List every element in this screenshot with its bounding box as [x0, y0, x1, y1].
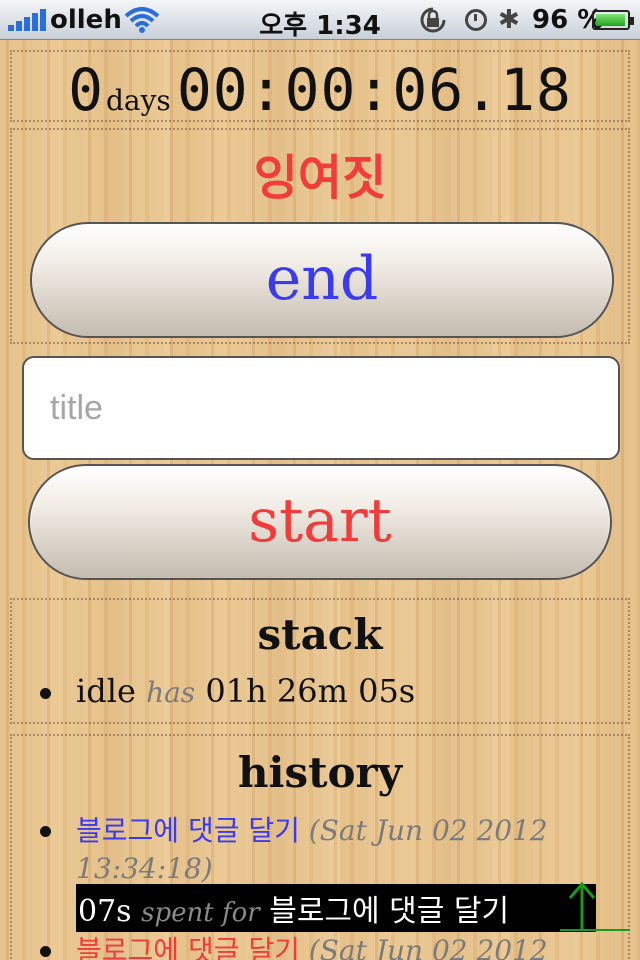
stack-section: stack idle has 01h 26m 05s	[10, 598, 630, 724]
history-heading: history	[237, 748, 403, 797]
elapsed-timer-section: 0days 00:00:06.18	[10, 50, 630, 124]
scroll-to-top-icon[interactable]	[560, 880, 630, 934]
days-value: 0	[68, 56, 104, 124]
history-item-title[interactable]: 블로그에 댓글 달기	[76, 814, 300, 847]
status-bar: olleh 오후 1:34 ✱ 96 %	[0, 0, 640, 41]
end-button[interactable]: end	[30, 222, 614, 338]
stack-item-duration: 01h 26m 05s	[205, 672, 416, 710]
stack-item-connector: has	[146, 676, 196, 709]
history-item-title[interactable]: 블로그에 댓글 달기	[76, 934, 300, 960]
spent-duration: 07s	[78, 894, 132, 929]
title-input[interactable]	[22, 356, 620, 460]
elapsed-timer: 0days 00:00:06.18	[12, 56, 628, 124]
clock-icon	[465, 9, 487, 31]
stack-item-name: idle	[76, 672, 136, 710]
start-button[interactable]: start	[28, 464, 612, 580]
spent-title: 블로그에 댓글 달기	[269, 894, 510, 929]
current-activity-section: 잉여짓 end	[10, 128, 630, 344]
history-item[interactable]: 블로그에 댓글 달기 (Sat Jun 02 2012 13:34:18)	[40, 812, 576, 888]
timer-clock: 00:00:06.18	[176, 56, 572, 124]
battery-icon	[592, 10, 634, 30]
history-item-date: (Sat Jun 02 2012	[308, 934, 548, 960]
current-activity-title: 잉여짓	[253, 150, 387, 206]
orientation-lock-icon	[420, 7, 446, 33]
history-item[interactable]: 블로그에 댓글 달기 (Sat Jun 02 2012	[40, 932, 576, 960]
bluetooth-icon: ✱	[498, 5, 520, 35]
spent-summary-bar: 07s spent for 블로그에 댓글 달기	[76, 884, 596, 932]
stack-heading: stack	[257, 610, 383, 659]
days-label: days	[106, 84, 171, 117]
spent-connector: spent for	[141, 898, 260, 928]
stack-item: idle has 01h 26m 05s	[39, 672, 416, 710]
